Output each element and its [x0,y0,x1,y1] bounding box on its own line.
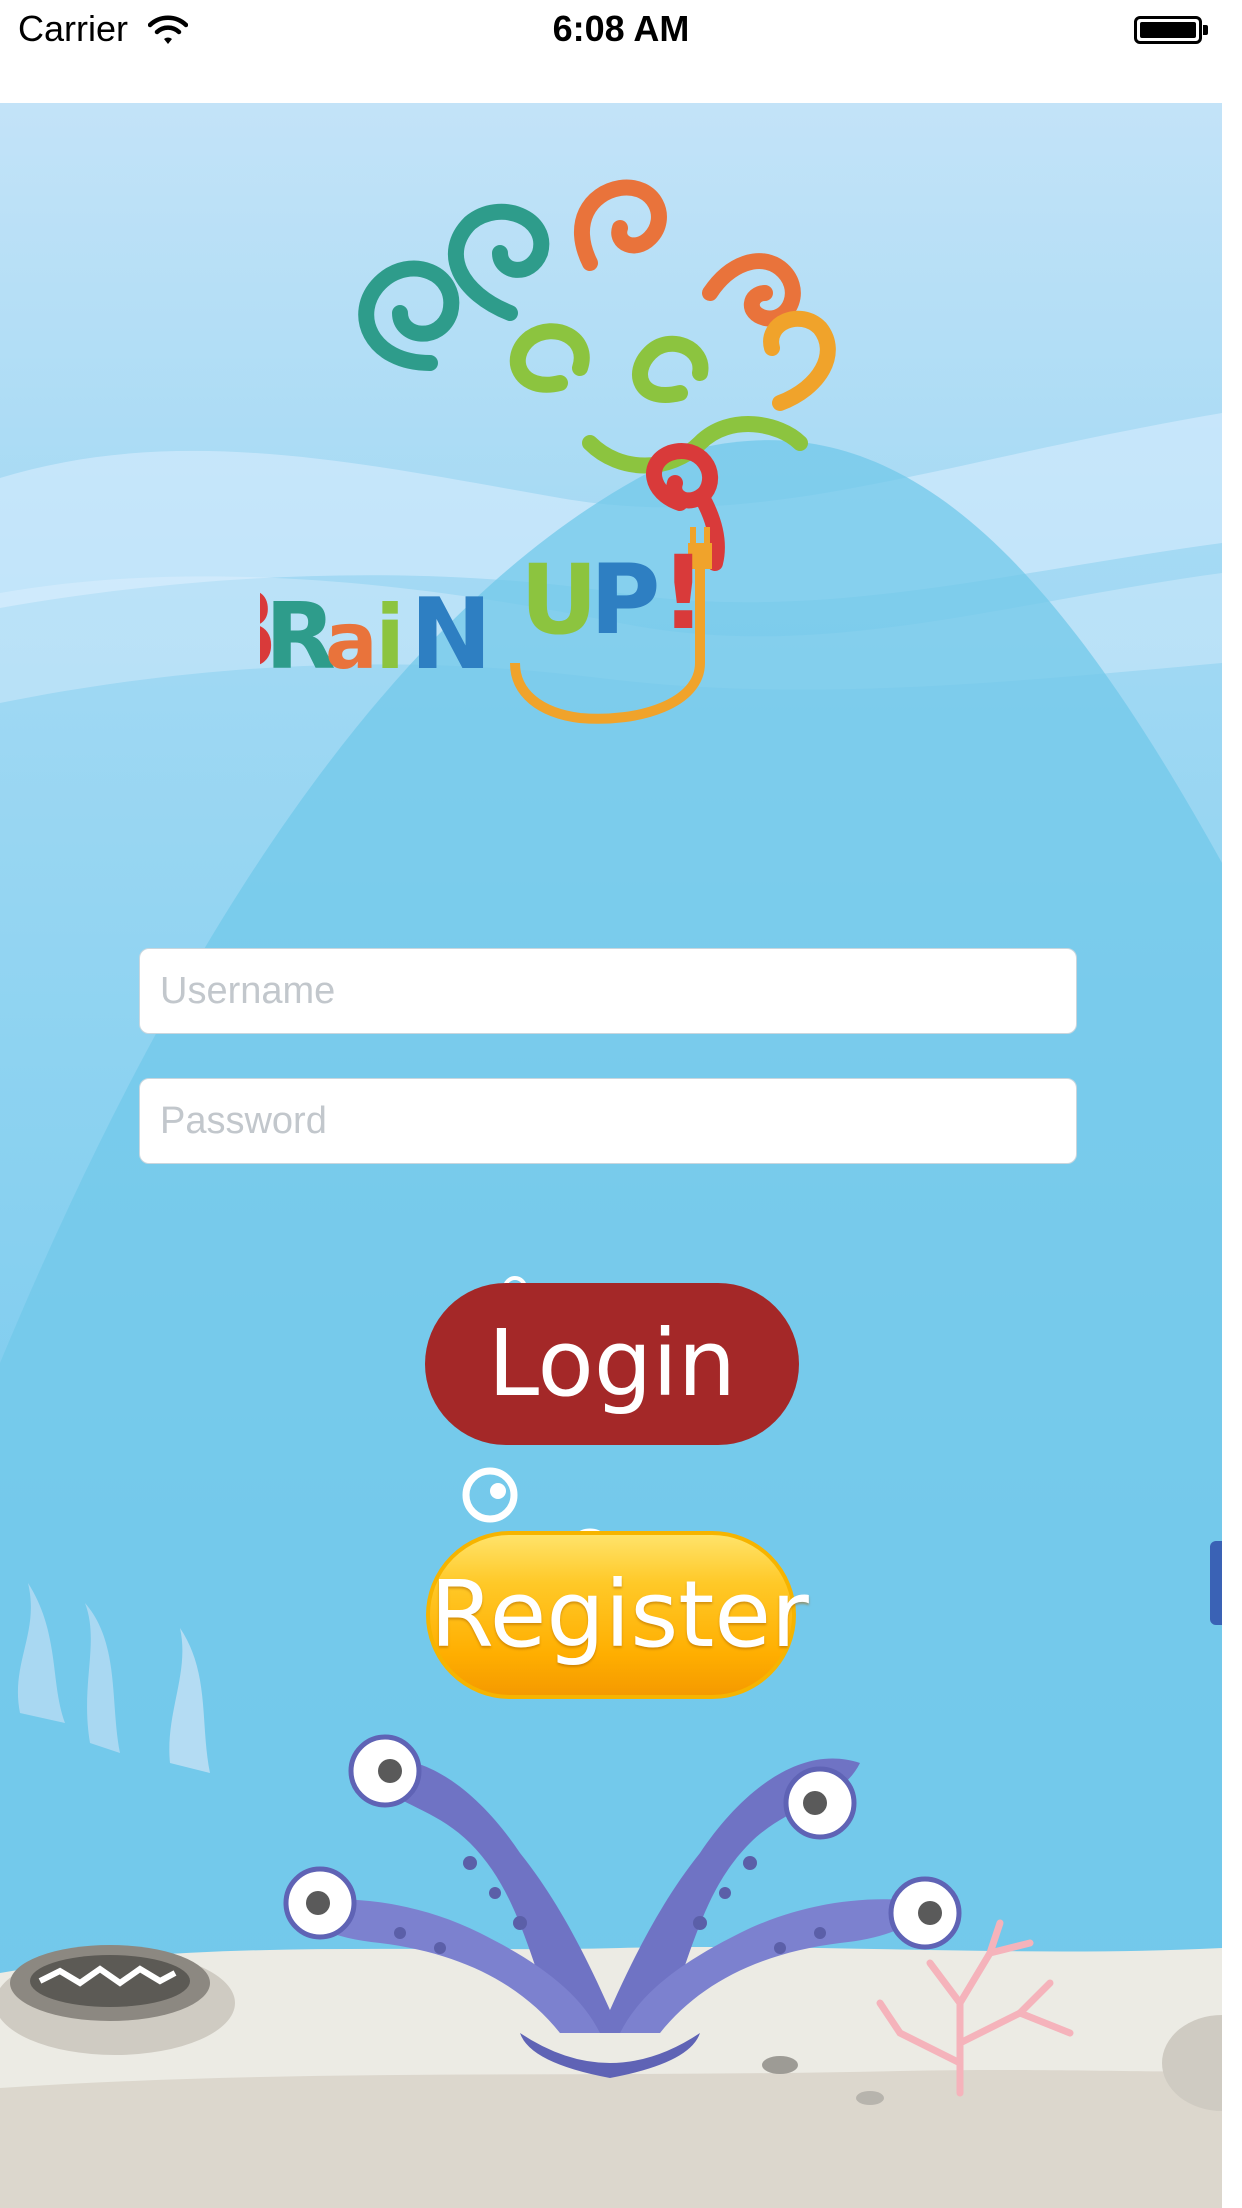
login-button[interactable]: Login [425,1283,799,1445]
register-button[interactable]: Register [426,1531,809,1699]
password-input[interactable] [139,1078,1077,1164]
clock-time: 6:08 AM [552,8,690,49]
battery-icon [1134,16,1208,44]
logo-letter-u: U [520,544,598,656]
logo-letter-exclaim: ! [660,534,707,653]
side-drawer-tab[interactable] [1210,1541,1222,1625]
logo-letter-n: N [410,578,492,692]
login-screen: B R a i N U P ! Login Register [0,103,1222,2208]
logo-letter-a: a [325,597,378,687]
brain-up-logo: B R a i N U P ! [260,179,836,724]
username-input[interactable] [139,948,1077,1034]
logo-letter-i: i [375,586,405,689]
logo-letter-p: P [590,544,660,656]
status-bar: Carrier 6:08 AM [0,0,1242,103]
